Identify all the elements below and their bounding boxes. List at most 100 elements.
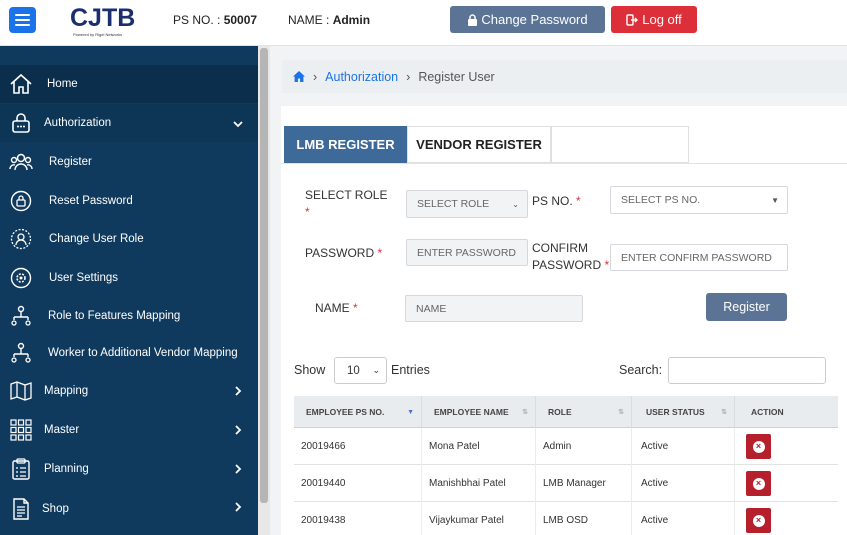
chevron-right-icon — [235, 425, 242, 435]
log-off-button[interactable]: Log off — [611, 6, 697, 33]
sort-icon: ⇅ — [522, 409, 528, 416]
sign-out-icon — [626, 13, 639, 26]
table-header: EMPLOYEE PS NO. ▼ EMPLOYEE NAME ⇅ ROLE ⇅ US… — [294, 396, 838, 428]
breadcrumb: › Authorization › Register User — [282, 60, 847, 93]
logo-text: CJTB — [70, 4, 136, 32]
sort-desc-icon: ▼ — [407, 408, 414, 416]
chevron-right-icon — [235, 502, 242, 512]
close-circle-icon: × — [752, 514, 765, 527]
ps-no-dropdown[interactable]: SELECT PS NO. ▼ — [610, 186, 788, 214]
column-header-employee-name[interactable]: EMPLOYEE NAME ⇅ — [422, 396, 536, 428]
gear-icon — [8, 265, 34, 291]
column-header-user-status[interactable]: USER STATUS ⇅ — [632, 396, 735, 428]
user-name-value: Admin — [332, 13, 371, 27]
lock-icon — [8, 110, 34, 136]
delete-user-button[interactable]: × — [746, 471, 771, 496]
app-logo: CJTB Powered by Rigel Networks — [70, 2, 136, 40]
reset-lock-icon — [8, 188, 34, 214]
select-role-dropdown[interactable]: SELECT ROLE ⌄ — [406, 190, 528, 218]
sidebar-item-home[interactable]: Home — [0, 65, 258, 103]
show-label: Show — [294, 363, 326, 377]
change-password-button[interactable]: Change Password — [450, 6, 605, 33]
table-row: 20019440 Manishbhai Patel LMB Manager Ac… — [294, 465, 838, 502]
name-label: NAME * — [315, 301, 358, 315]
register-tabs: LMB REGISTER VENDOR REGISTER — [284, 126, 689, 163]
sort-icon: ⇅ — [721, 409, 727, 416]
breadcrumb-separator: › — [406, 69, 411, 84]
tab-divider — [281, 163, 847, 164]
ps-number-value: 50007 — [223, 13, 258, 27]
table-row: 20019438 Vijaykumar Patel LMB OSD Active… — [294, 502, 838, 535]
tab-lmb-register[interactable]: LMB REGISTER — [284, 126, 407, 163]
column-header-action: ACTION — [751, 407, 784, 417]
users-icon — [8, 149, 34, 175]
chevron-down-icon: ⌄ — [512, 199, 519, 209]
sidebar-item-shop[interactable]: Shop — [0, 490, 258, 528]
sidebar-item-label: Home — [47, 78, 78, 90]
breadcrumb-authorization-link[interactable]: Authorization — [325, 70, 398, 84]
sidebar-item-user-settings[interactable]: User Settings — [0, 259, 258, 297]
column-header-role[interactable]: ROLE ⇅ — [536, 396, 632, 428]
breadcrumb-separator: › — [313, 69, 318, 84]
cell-employee-name: Mona Patel — [422, 428, 536, 465]
sidebar-item-label: User Settings — [49, 272, 119, 284]
sidebar-item-label: Role to Features Mapping — [48, 310, 181, 322]
sidebar-item-worker-to-vendor-mapping[interactable]: Worker to Additional Vendor Mapping — [0, 334, 258, 372]
cell-user-status: Active — [632, 465, 735, 502]
confirm-password-label: CONFIRM PASSWORD * — [532, 241, 610, 272]
chevron-right-icon — [235, 386, 242, 396]
delete-user-button[interactable]: × — [746, 434, 771, 459]
sidebar-item-label: Register — [49, 156, 92, 168]
sidebar-item-role-to-features-mapping[interactable]: Role to Features Mapping — [0, 297, 258, 335]
cell-ps-no: 20019438 — [294, 502, 422, 535]
cell-action: × — [735, 502, 838, 535]
cell-role: LMB OSD — [536, 502, 632, 535]
sidebar-item-register[interactable]: Register — [0, 143, 258, 181]
chevron-down-icon: ⌄ — [372, 365, 380, 375]
hamburger-menu-icon[interactable] — [9, 7, 36, 33]
sidebar-item-planning[interactable]: Planning — [0, 450, 258, 488]
chevron-down-icon — [233, 121, 243, 128]
document-icon — [8, 496, 34, 522]
sidebar-item-label: Mapping — [44, 385, 89, 397]
sidebar-item-label: Planning — [44, 463, 89, 475]
register-button[interactable]: Register — [706, 293, 787, 321]
sidebar-item-label: Reset Password — [49, 195, 133, 207]
search-input[interactable] — [668, 357, 826, 384]
tab-empty[interactable] — [551, 126, 689, 163]
clipboard-icon — [8, 456, 34, 482]
confirm-password-input[interactable]: ENTER CONFIRM PASSWORD — [610, 244, 788, 271]
register-card: LMB REGISTER VENDOR REGISTER SELECT ROLE… — [281, 106, 847, 535]
sidebar-item-reset-password[interactable]: Reset Password — [0, 182, 258, 220]
sidebar-item-authorization[interactable]: Authorization — [0, 104, 258, 142]
sidebar-item-mapping[interactable]: Mapping — [0, 372, 258, 410]
password-label: PASSWORD * — [305, 246, 383, 260]
name-input[interactable]: NAME — [405, 295, 583, 322]
scrollbar-thumb[interactable] — [260, 48, 268, 503]
entries-per-page-select[interactable]: 10 ⌄ — [334, 357, 387, 384]
cell-ps-no: 20019466 — [294, 428, 422, 465]
password-input[interactable]: ENTER PASSWORD — [406, 239, 528, 266]
column-header-employee-ps-no[interactable]: EMPLOYEE PS NO. ▼ — [294, 396, 422, 428]
caret-down-icon: ▼ — [771, 195, 779, 205]
delete-user-button[interactable]: × — [746, 508, 771, 533]
breadcrumb-current: Register User — [418, 69, 495, 84]
cell-role: Admin — [536, 428, 632, 465]
sidebar-item-label: Change User Role — [49, 233, 144, 245]
cell-action: × — [735, 428, 838, 465]
logo-tagline: Powered by Rigel Networks — [73, 32, 123, 37]
tab-vendor-register[interactable]: VENDOR REGISTER — [407, 126, 551, 163]
sidebar-item-master[interactable]: Master — [0, 411, 258, 449]
chevron-right-icon — [235, 464, 242, 474]
home-icon[interactable] — [293, 71, 305, 82]
cell-user-status: Active — [632, 502, 735, 535]
sidebar-scrollbar[interactable] — [258, 46, 270, 535]
cell-employee-name: Vijaykumar Patel — [422, 502, 536, 535]
sidebar-item-change-user-role[interactable]: Change User Role — [0, 220, 258, 258]
sort-icon: ⇅ — [618, 409, 624, 416]
sidebar-item-label: Authorization — [44, 117, 112, 129]
cell-employee-name: Manishbhai Patel — [422, 465, 536, 502]
sidebar: Home Authorization Register Reset Passwo… — [0, 46, 258, 535]
map-icon — [8, 378, 34, 404]
home-icon — [8, 71, 34, 97]
